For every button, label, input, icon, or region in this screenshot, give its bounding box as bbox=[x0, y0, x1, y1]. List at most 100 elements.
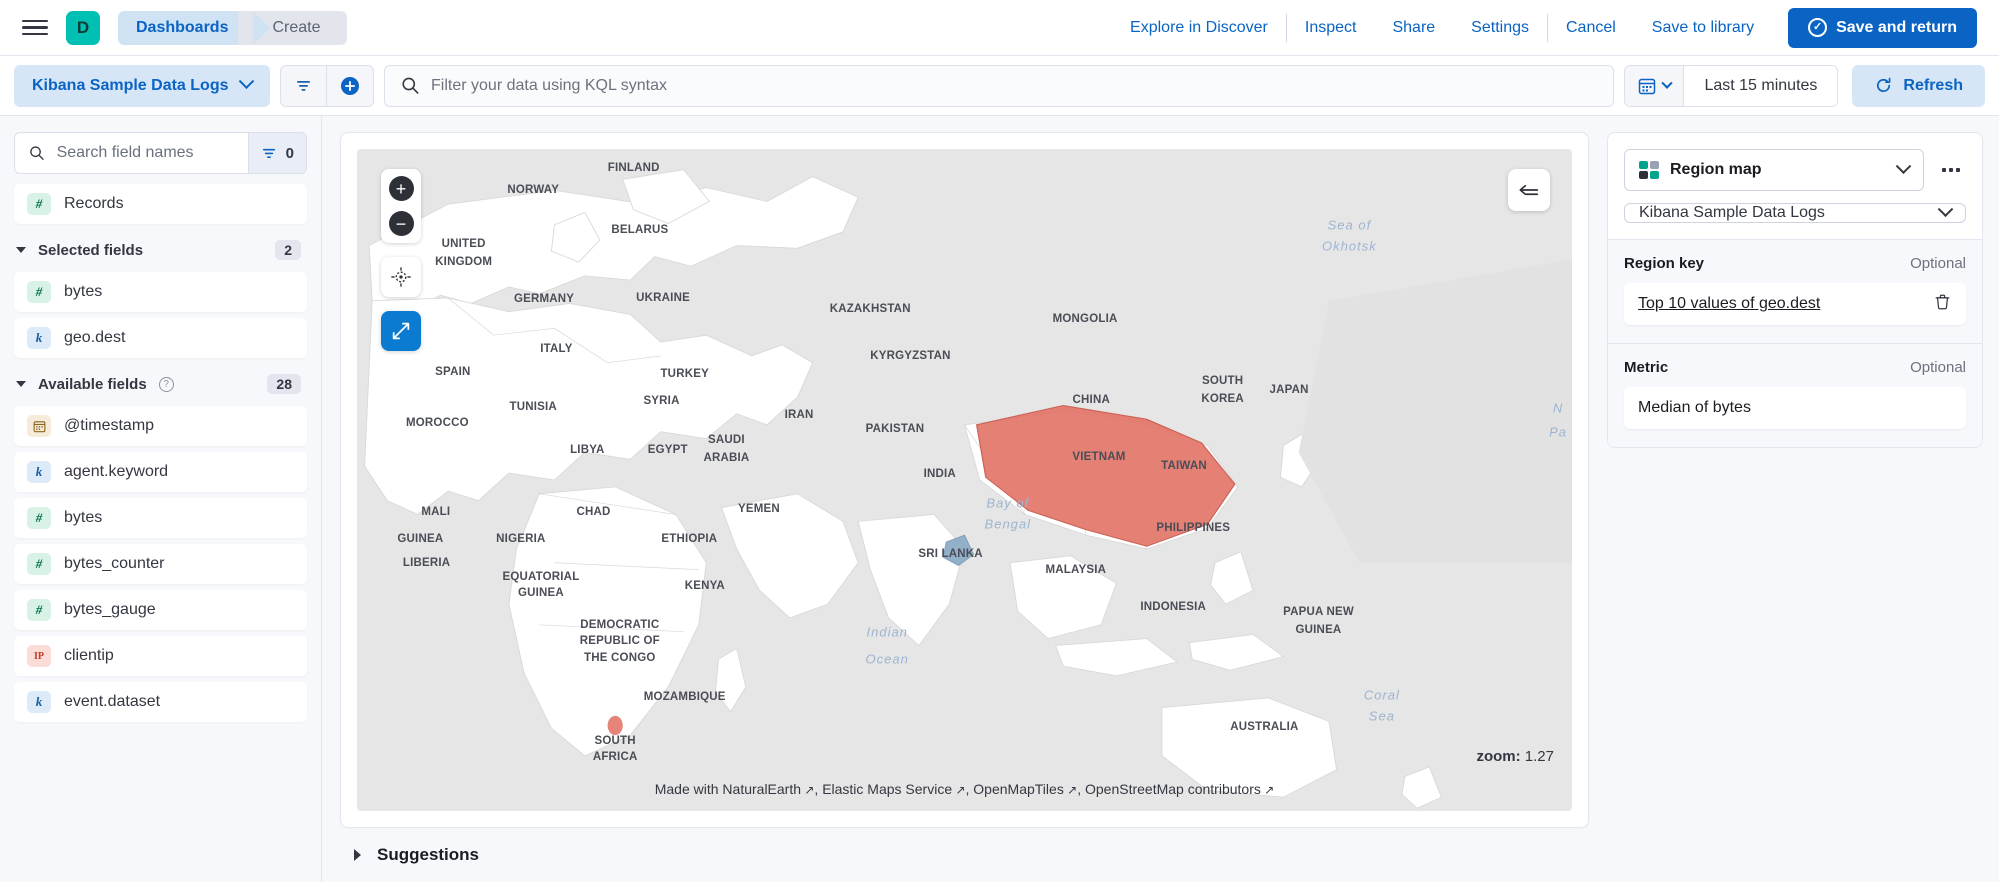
top-nav-actions: Explore in Discover Inspect Share Settin… bbox=[1112, 8, 1977, 48]
attribution-prefix: Made with bbox=[655, 781, 723, 797]
region-key-dimension[interactable]: Top 10 values of geo.dest bbox=[1624, 283, 1966, 325]
external-link-icon: ↗ bbox=[801, 783, 814, 797]
field-item-bytes-gauge[interactable]: # bytes_gauge bbox=[14, 590, 307, 630]
section-optional-label: Optional bbox=[1910, 255, 1966, 272]
metric-dimension[interactable]: Median of bytes bbox=[1624, 387, 1966, 429]
zoom-value: 1.27 bbox=[1525, 748, 1554, 765]
region-key-value: Top 10 values of geo.dest bbox=[1638, 295, 1820, 313]
filter-controls bbox=[280, 65, 374, 107]
field-label: Records bbox=[64, 195, 124, 213]
field-label: bytes bbox=[64, 283, 102, 301]
share-button[interactable]: Share bbox=[1374, 14, 1453, 42]
zoom-out-button[interactable]: − bbox=[389, 211, 414, 236]
chevron-down-icon bbox=[16, 247, 26, 253]
section-optional-label: Optional bbox=[1910, 359, 1966, 376]
field-item-bytes-counter[interactable]: # bytes_counter bbox=[14, 544, 307, 584]
chevron-down-icon bbox=[16, 381, 26, 387]
refresh-button[interactable]: Refresh bbox=[1852, 65, 1985, 107]
field-filter-count: 0 bbox=[286, 145, 294, 162]
datasource-label: Kibana Sample Data Logs bbox=[32, 77, 229, 95]
field-item-bytes-available[interactable]: # bytes bbox=[14, 498, 307, 538]
field-item-agent-keyword[interactable]: k agent.keyword bbox=[14, 452, 307, 492]
field-label: event.dataset bbox=[64, 693, 160, 711]
zoom-controls: + − bbox=[381, 169, 421, 243]
datasource-label: Kibana Sample Data Logs bbox=[1639, 204, 1825, 222]
explore-in-discover-link[interactable]: Explore in Discover bbox=[1112, 14, 1286, 42]
map-canvas[interactable]: FINLANDNORWAYUNITEDKINGDOMBELARUSGERMANY… bbox=[357, 149, 1572, 811]
add-filter-button[interactable] bbox=[327, 66, 373, 106]
datasource-selector-panel[interactable]: Kibana Sample Data Logs bbox=[1624, 203, 1966, 223]
metric-section: Metric Optional Median of bytes bbox=[1608, 343, 1982, 447]
visualization-area: FINLANDNORWAYUNITEDKINGDOMBELARUSGERMANY… bbox=[322, 116, 1607, 882]
field-group-header-selected[interactable]: Selected fields 2 bbox=[14, 230, 307, 266]
space-avatar[interactable]: D bbox=[66, 11, 100, 45]
map-panel: FINLANDNORWAYUNITEDKINGDOMBELARUSGERMANY… bbox=[340, 132, 1589, 828]
section-title: Region key bbox=[1624, 255, 1704, 272]
field-label: bytes_gauge bbox=[64, 601, 156, 619]
external-link-icon: ↗ bbox=[952, 783, 965, 797]
refresh-icon bbox=[1874, 76, 1893, 95]
zoom-in-button[interactable]: + bbox=[389, 176, 414, 201]
field-filter-icon bbox=[261, 146, 277, 161]
region-map-icon bbox=[1639, 161, 1659, 179]
config-header: Region map Kibana Sample Data Logs bbox=[1608, 133, 1982, 239]
field-sidebar: 0 # Records Selected fields 2 # bytes k … bbox=[0, 116, 322, 882]
filter-options-button[interactable] bbox=[281, 66, 327, 106]
legend-toggle-button[interactable] bbox=[1508, 169, 1550, 211]
search-icon bbox=[29, 144, 45, 162]
vis-type-row: Region map bbox=[1624, 149, 1966, 191]
chevron-down-icon bbox=[1896, 158, 1912, 174]
breadcrumb-dashboards[interactable]: Dashboards bbox=[118, 11, 254, 45]
field-group-title: Available fields bbox=[38, 376, 147, 393]
time-range-value[interactable]: Last 15 minutes bbox=[1684, 66, 1837, 106]
chevron-down-icon bbox=[1938, 201, 1954, 217]
more-options-button[interactable] bbox=[1936, 162, 1966, 178]
date-picker-quick-menu[interactable] bbox=[1625, 66, 1684, 106]
field-label: bytes_counter bbox=[64, 555, 165, 573]
expand-arrows-icon bbox=[390, 320, 412, 342]
save-to-library-button[interactable]: Save to library bbox=[1634, 14, 1772, 42]
settings-button[interactable]: Settings bbox=[1453, 14, 1547, 42]
number-type-icon: # bbox=[27, 507, 51, 529]
field-item-clientip[interactable]: IP clientip bbox=[14, 636, 307, 676]
section-title: Metric bbox=[1624, 359, 1668, 376]
field-label: clientip bbox=[64, 647, 114, 665]
trash-icon[interactable] bbox=[1933, 292, 1952, 316]
attribution-link-naturalearth[interactable]: NaturalEarth bbox=[722, 781, 801, 797]
kql-query-bar[interactable] bbox=[384, 65, 1615, 107]
datasource-selector[interactable]: Kibana Sample Data Logs bbox=[14, 65, 270, 107]
save-and-return-button[interactable]: ✓ Save and return bbox=[1788, 8, 1977, 48]
zoom-label: zoom: bbox=[1476, 748, 1520, 765]
field-item-records[interactable]: # Records bbox=[14, 184, 307, 224]
vis-type-selector[interactable]: Region map bbox=[1624, 149, 1924, 191]
field-item-geo-dest[interactable]: k geo.dest bbox=[14, 318, 307, 358]
kql-search-input[interactable] bbox=[431, 77, 1597, 95]
field-group-count: 2 bbox=[275, 240, 301, 260]
field-group-header-available[interactable]: Available fields ? 28 bbox=[14, 364, 307, 400]
config-card: Region map Kibana Sample Data Logs Regio… bbox=[1607, 132, 1983, 448]
attribution-link-elastic-maps[interactable]: Elastic Maps Service bbox=[822, 781, 952, 797]
field-item-bytes[interactable]: # bytes bbox=[14, 272, 307, 312]
field-group-title: Selected fields bbox=[38, 242, 143, 259]
query-bar: Kibana Sample Data Logs bbox=[0, 56, 1999, 116]
cancel-button[interactable]: Cancel bbox=[1548, 14, 1634, 42]
field-item-timestamp[interactable]: @timestamp bbox=[14, 406, 307, 446]
field-label: @timestamp bbox=[64, 417, 154, 435]
metric-header: Metric Optional bbox=[1624, 359, 1966, 376]
external-link-icon: ↗ bbox=[1261, 783, 1274, 797]
attribution-link-openstreetmap[interactable]: OpenStreetMap contributors bbox=[1085, 781, 1261, 797]
fit-to-bounds-button[interactable] bbox=[381, 311, 421, 351]
inspect-button[interactable]: Inspect bbox=[1287, 14, 1375, 42]
attribution-link-openmaptiles[interactable]: OpenMapTiles bbox=[973, 781, 1064, 797]
help-icon[interactable]: ? bbox=[159, 377, 174, 392]
search-field-names-input[interactable] bbox=[57, 144, 234, 162]
locate-me-button[interactable] bbox=[381, 257, 421, 297]
field-item-event-dataset[interactable]: k event.dataset bbox=[14, 682, 307, 722]
hamburger-menu-icon[interactable] bbox=[22, 17, 48, 39]
keyword-type-icon: k bbox=[27, 691, 51, 713]
breadcrumb: Dashboards Create bbox=[118, 11, 347, 45]
zoom-level-readout: zoom: 1.27 bbox=[1476, 748, 1554, 765]
suggestions-toggle[interactable]: Suggestions bbox=[340, 828, 1589, 882]
field-type-filter-button[interactable]: 0 bbox=[249, 132, 307, 174]
field-search-box[interactable] bbox=[14, 132, 249, 174]
